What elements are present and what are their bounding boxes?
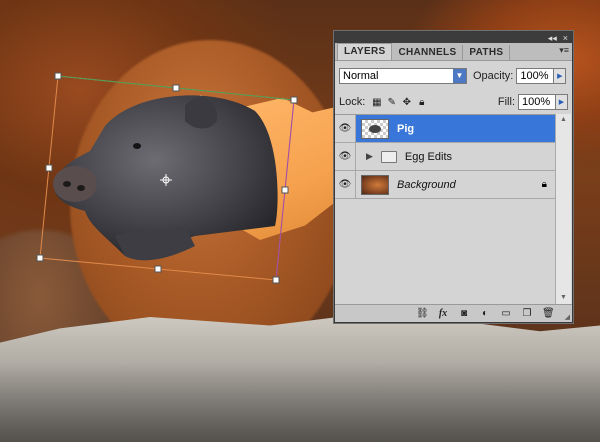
expand-triangle-icon[interactable]: ▶ (366, 151, 373, 162)
opacity-label: Opacity: (473, 70, 514, 82)
fill-input[interactable]: 100% (518, 94, 556, 110)
blend-mode-value: Normal (343, 70, 379, 82)
tab-paths[interactable]: PATHS (463, 45, 511, 60)
panel-menu-icon[interactable]: ▾≡ (559, 45, 569, 56)
carton-shadow (0, 362, 600, 442)
locked-icon: 🔒︎ (541, 179, 547, 190)
transform-handle[interactable] (290, 96, 298, 104)
layer-name: Egg Edits (404, 150, 453, 163)
layers-panel: ◂◂ × LAYERS CHANNELS PATHS ▾≡ Normal ▼ O… (334, 31, 573, 323)
chevron-down-icon: ▼ (453, 69, 466, 83)
scroll-up-icon[interactable]: ▲ (556, 114, 571, 126)
trash-icon[interactable]: 🗑︎ (542, 308, 555, 319)
transform-handle[interactable] (45, 164, 53, 172)
pig-image (53, 95, 278, 261)
fx-icon[interactable]: fx (437, 308, 449, 319)
fill-label: Fill: (497, 96, 515, 108)
transform-handle[interactable] (281, 186, 289, 194)
resize-grip-icon[interactable]: ◢ (565, 313, 570, 321)
layer-name: Pig (397, 122, 415, 135)
visibility-eye-icon[interactable]: 👁︎ (335, 171, 356, 198)
layer-name: Background (397, 178, 456, 191)
layer-thumbnail (361, 118, 389, 139)
transform-handle[interactable] (36, 254, 44, 262)
tab-layers[interactable]: LAYERS (337, 43, 393, 60)
layers-scrollbar[interactable]: ▲ ▼ (555, 114, 571, 304)
new-group-icon[interactable]: ▭ (500, 308, 512, 319)
visibility-eye-icon[interactable]: 👁︎ (335, 115, 356, 142)
close-panel-icon[interactable]: × (563, 33, 568, 43)
tab-channels[interactable]: CHANNELS (392, 45, 464, 60)
collapse-icon[interactable]: ◂◂ (548, 33, 557, 43)
transform-handle[interactable] (154, 265, 162, 273)
panel-title-bar[interactable]: ◂◂ × (335, 32, 572, 43)
visibility-eye-icon[interactable]: 👁︎ (335, 143, 356, 170)
new-layer-icon[interactable]: ❐ (521, 308, 533, 319)
layers-list: 👁︎ Pig 👁︎ ▶ Egg Edits 👁︎ Background 🔒︎ (335, 114, 555, 305)
layer-row-pig[interactable]: 👁︎ Pig (335, 115, 555, 143)
fill-slider-toggle[interactable]: ▶ (556, 94, 568, 110)
transform-handle[interactable] (272, 276, 280, 284)
panel-bottom-toolbar: ⛓ fx ◙ ◐ ▭ ❐ 🗑︎ ◢ (335, 304, 572, 322)
brush-lock-icon[interactable]: ✎ (386, 97, 397, 108)
padlock-icon[interactable]: 🔒︎ (416, 97, 427, 108)
folder-icon (380, 150, 397, 163)
panel-tabs: LAYERS CHANNELS PATHS ▾≡ (335, 43, 572, 61)
layer-row-egg-edits[interactable]: 👁︎ ▶ Egg Edits (335, 143, 555, 171)
layer-thumbnail (361, 174, 389, 195)
layer-row-background[interactable]: 👁︎ Background 🔒︎ (335, 171, 555, 199)
lock-label: Lock: (339, 96, 366, 108)
transparency-lock-icon[interactable]: ▦ (371, 97, 382, 108)
blend-mode-select[interactable]: Normal ▼ (339, 68, 467, 84)
adjustment-layer-icon[interactable]: ◐ (479, 308, 491, 319)
scroll-down-icon[interactable]: ▼ (556, 292, 571, 304)
transform-handle[interactable] (54, 72, 62, 80)
add-mask-icon[interactable]: ◙ (458, 308, 470, 319)
move-lock-icon[interactable]: ✥ (401, 97, 412, 108)
opacity-input[interactable]: 100% (516, 68, 555, 84)
opacity-slider-toggle[interactable]: ▶ (554, 68, 567, 84)
transform-handle[interactable] (172, 84, 180, 92)
link-layers-icon[interactable]: ⛓ (416, 308, 429, 319)
